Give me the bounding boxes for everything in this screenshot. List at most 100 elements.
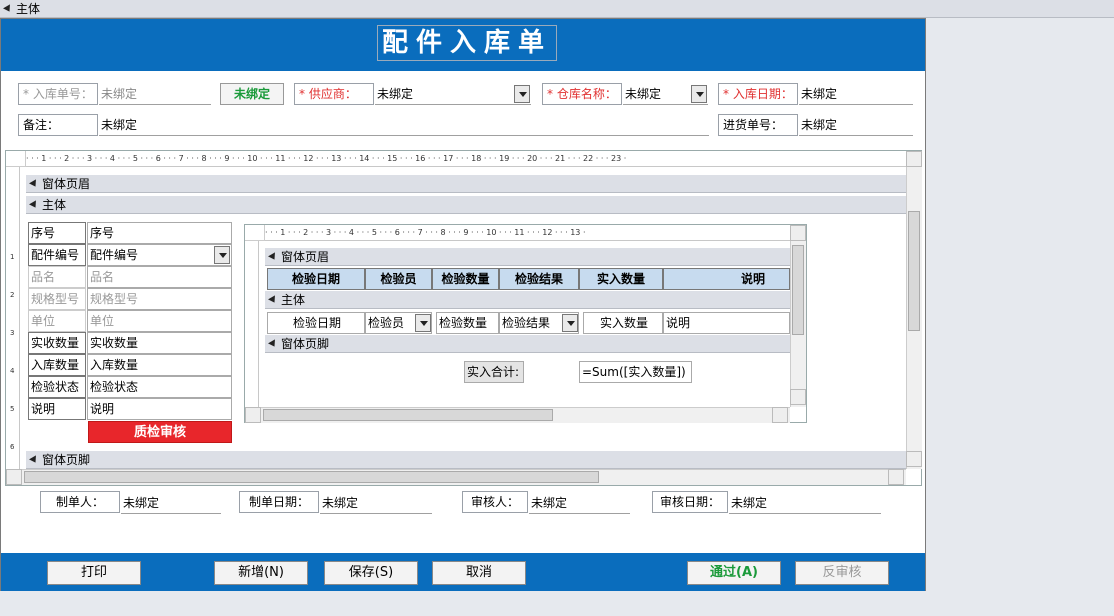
print-button[interactable]: 打印 <box>47 561 141 585</box>
date-label: * 入库日期： <box>718 83 798 105</box>
qc-review-button[interactable]: 质检审核 <box>88 421 232 443</box>
approve-button[interactable]: 通过(A) <box>687 561 781 585</box>
section-bar-body[interactable]: 主体 <box>26 196 906 214</box>
field-label-unit: 单位 <box>28 310 86 332</box>
scroll-up-icon[interactable] <box>790 225 806 241</box>
field-label-name: 品名 <box>28 266 86 288</box>
inner-horizontal-scrollbar[interactable] <box>245 407 790 423</box>
warehouse-dropdown-icon[interactable] <box>691 85 707 103</box>
field-value-stock-qty[interactable]: 入库数量 <box>87 354 232 376</box>
collapse-icon <box>268 252 278 262</box>
scroll-left-icon[interactable] <box>245 407 261 423</box>
scroll-thumb[interactable] <box>263 409 553 421</box>
form-canvas: 配件入库单 * 入库单号： 未绑定 未绑定 * 供应商： 未绑定 * 仓库名称：… <box>0 18 926 591</box>
scroll-thumb[interactable] <box>908 211 920 331</box>
page-title: 配件入库单 <box>377 25 558 61</box>
scroll-down-icon[interactable] <box>790 389 806 405</box>
review-date-label: 审核日期： <box>652 491 728 513</box>
horizontal-scrollbar[interactable] <box>6 469 906 485</box>
vruler-mark: 6 <box>10 443 15 451</box>
inspect-result-dropdown-icon[interactable] <box>562 314 578 332</box>
scroll-right-icon[interactable] <box>888 469 904 485</box>
purchase-no-label: 进货单号： <box>718 114 798 136</box>
collapse-icon <box>268 295 278 305</box>
field-label-part-no: 配件编号 <box>28 244 86 266</box>
col-header-inspect-date: 检验日期 <box>267 268 365 290</box>
inner-section-form-footer[interactable]: 窗体页脚 <box>265 335 790 353</box>
part-no-dropdown-icon[interactable] <box>214 246 230 264</box>
maker-field[interactable]: 未绑定 <box>121 492 221 514</box>
horizontal-ruler: · · · 1 · · · 2 · · · 3 · · · 4 · · · 5 … <box>26 151 906 167</box>
order-no-field[interactable]: 未绑定 <box>99 83 211 105</box>
vruler-mark: 3 <box>10 329 15 337</box>
field-value-seq[interactable]: 序号 <box>87 222 232 244</box>
order-no-label: * 入库单号： <box>18 83 98 105</box>
date-field[interactable]: 未绑定 <box>799 83 913 105</box>
inner-section-form-header[interactable]: 窗体页眉 <box>265 248 790 266</box>
make-date-field[interactable]: 未绑定 <box>320 492 432 514</box>
field-label-note: 说明 <box>28 398 86 420</box>
field-value-name[interactable]: 品名 <box>87 266 232 288</box>
field-label-inspect-status: 检验状态 <box>28 376 86 398</box>
section-bar-form-header[interactable]: 窗体页眉 <box>26 175 906 193</box>
cell-inspect-date[interactable]: 检验日期 <box>267 312 365 334</box>
field-label-seq: 序号 <box>28 222 86 244</box>
field-value-spec[interactable]: 规格型号 <box>87 288 232 310</box>
supplier-dropdown-icon[interactable] <box>514 85 530 103</box>
col-header-actual-qty: 实入数量 <box>579 268 663 290</box>
new-button[interactable]: 新增(N) <box>214 561 308 585</box>
inner-vertical-scrollbar[interactable] <box>790 225 806 407</box>
field-value-unit[interactable]: 单位 <box>87 310 232 332</box>
detail-subform: · · · 1 · · · 2 · · · 3 · · · 4 · · · 5 … <box>5 150 922 486</box>
scroll-right-icon[interactable] <box>772 407 788 423</box>
scroll-up-icon[interactable] <box>906 151 922 167</box>
save-button[interactable]: 保存(S) <box>324 561 418 585</box>
ruler-corner <box>245 225 265 241</box>
cell-actual-qty[interactable]: 实入数量 <box>583 312 663 334</box>
reviewer-field[interactable]: 未绑定 <box>529 492 630 514</box>
col-header-inspect-qty: 检验数量 <box>432 268 499 290</box>
collapse-icon <box>3 4 13 14</box>
cell-inspect-qty[interactable]: 检验数量 <box>436 312 499 334</box>
inspection-subform: · · · 1 · · · 2 · · · 3 · · · 4 · · · 5 … <box>244 224 807 423</box>
supplier-combo[interactable]: 未绑定 <box>375 83 531 105</box>
scroll-thumb[interactable] <box>792 245 804 335</box>
collapse-icon <box>29 179 39 189</box>
section-label: 窗体页脚 <box>281 337 330 351</box>
sum-formula[interactable]: =Sum([实入数量]) <box>579 361 692 383</box>
field-value-received-qty[interactable]: 实收数量 <box>87 332 232 354</box>
purchase-no-field[interactable]: 未绑定 <box>799 114 913 136</box>
scroll-left-icon[interactable] <box>6 469 22 485</box>
field-value-note[interactable]: 说明 <box>87 398 232 420</box>
vertical-scrollbar[interactable] <box>906 151 922 469</box>
field-label-stock-qty: 入库数量 <box>28 354 86 376</box>
vruler-mark: 4 <box>10 367 15 375</box>
reviewer-label: 审核人： <box>462 491 528 513</box>
field-value-inspect-status[interactable]: 检验状态 <box>87 376 232 398</box>
collapse-icon <box>268 339 278 349</box>
section-bar-body[interactable]: 主体 <box>0 0 1114 18</box>
cell-note[interactable]: 说明 <box>663 312 790 334</box>
sum-label: 实入合计: <box>464 361 524 383</box>
collapse-icon <box>29 455 39 465</box>
inner-vertical-ruler <box>245 241 259 407</box>
field-value-part-no[interactable]: 配件编号 <box>87 244 232 266</box>
cancel-button[interactable]: 取消 <box>432 561 526 585</box>
inner-horizontal-ruler: · · · 1 · · · 2 · · · 3 · · · 4 · · · 5 … <box>265 225 790 241</box>
unapprove-button[interactable]: 反审核 <box>795 561 889 585</box>
inner-section-body[interactable]: 主体 <box>265 291 790 309</box>
scroll-down-icon[interactable] <box>906 451 922 467</box>
field-label-received-qty: 实收数量 <box>28 332 86 354</box>
section-bar-form-footer[interactable]: 窗体页脚 <box>26 451 906 469</box>
unbound-button[interactable]: 未绑定 <box>220 83 284 105</box>
review-date-field[interactable]: 未绑定 <box>729 492 881 514</box>
vruler-mark: 1 <box>10 253 15 261</box>
make-date-label: 制单日期： <box>239 491 319 513</box>
supplier-label: * 供应商： <box>294 83 374 105</box>
col-header-inspect-result: 检验结果 <box>499 268 579 290</box>
scroll-thumb[interactable] <box>24 471 599 483</box>
inspector-dropdown-icon[interactable] <box>415 314 431 332</box>
remark-field[interactable]: 未绑定 <box>99 114 709 136</box>
vruler-mark: 2 <box>10 291 15 299</box>
field-label-spec: 规格型号 <box>28 288 86 310</box>
